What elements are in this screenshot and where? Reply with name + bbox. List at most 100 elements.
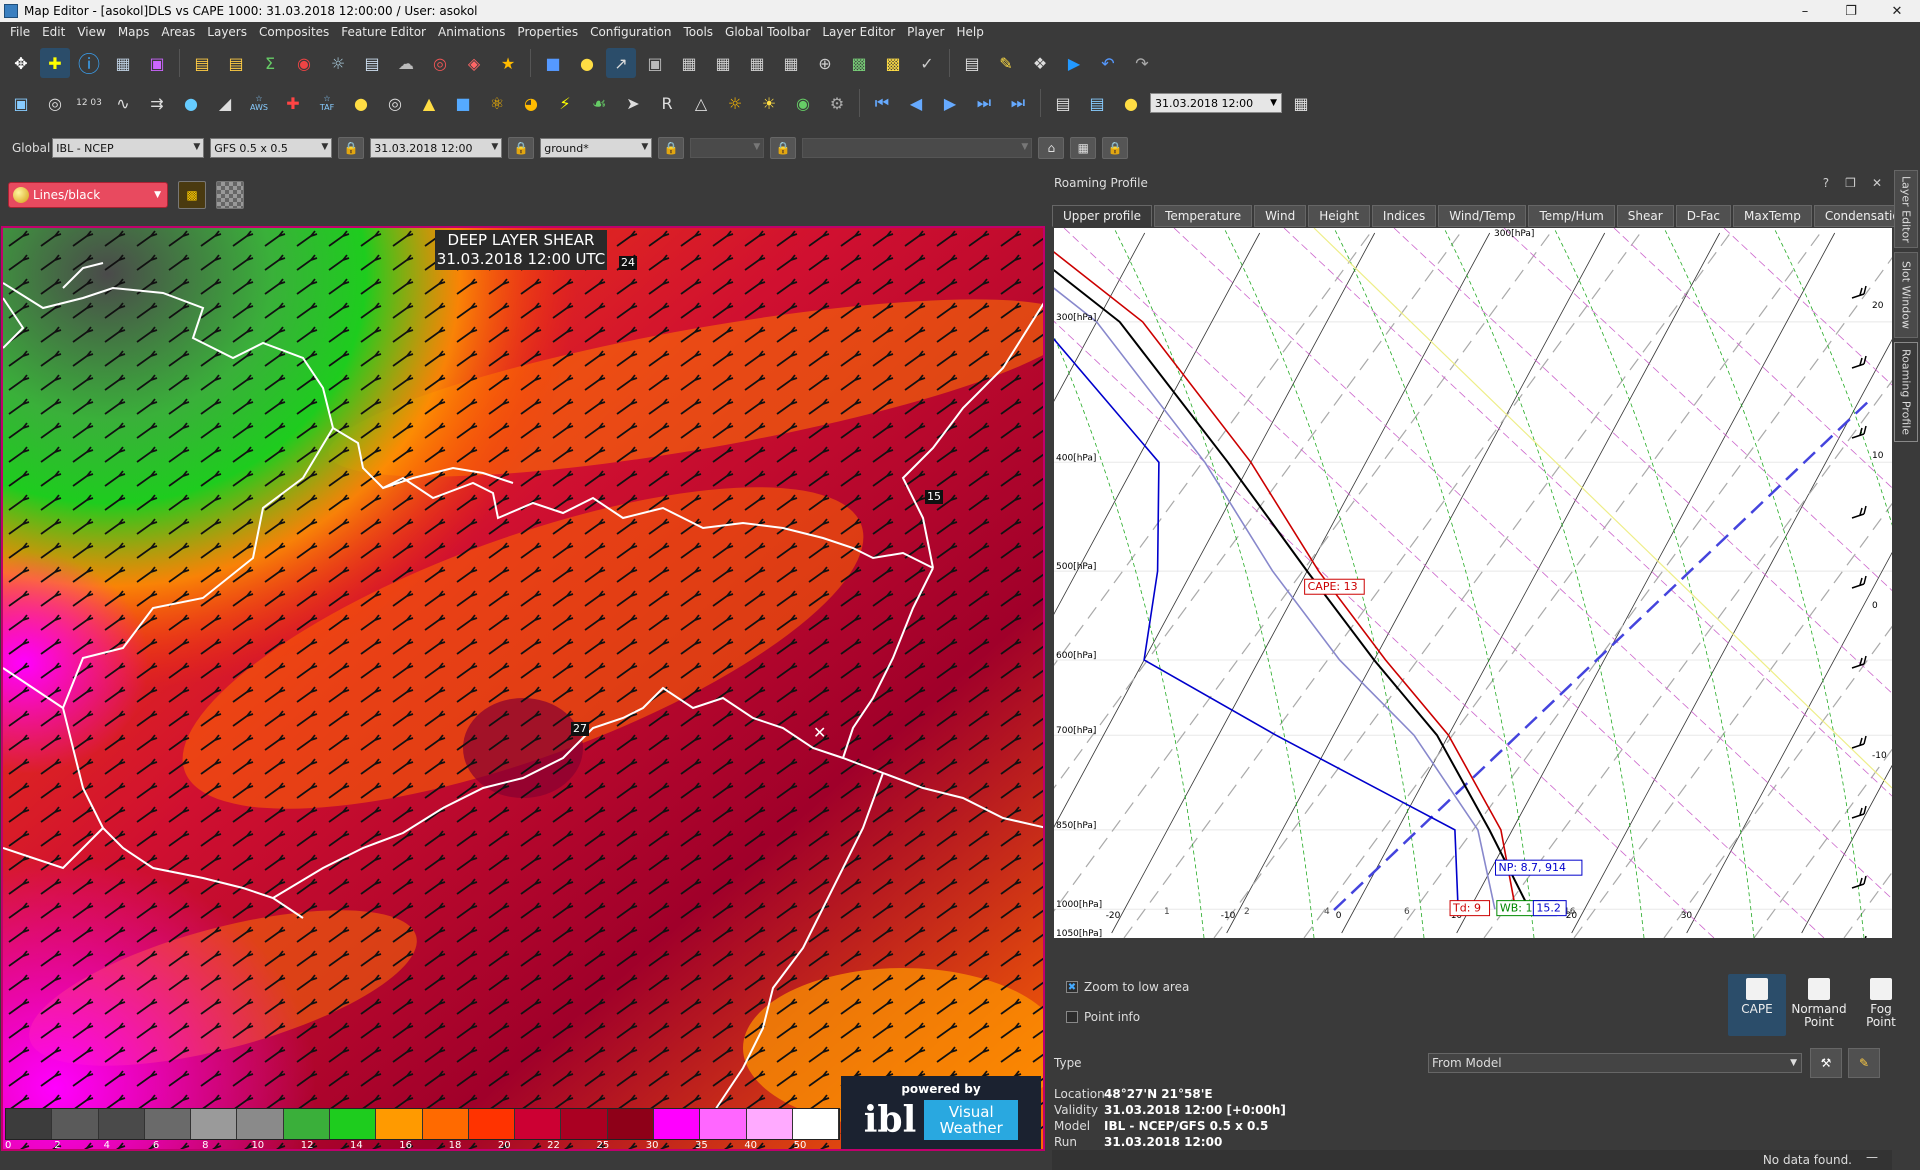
lightning-icon[interactable]: ⚡ [550,88,580,118]
menu-help[interactable]: Help [950,25,989,39]
zoom-low-area-checkbox[interactable]: ✖ Zoom to low area [1066,978,1189,996]
lock-icon[interactable]: 🔒 [1102,137,1129,159]
empty-select-wide[interactable]: ▼ [802,138,1033,158]
tab-wind[interactable]: Wind [1254,205,1307,227]
cursor-graph-icon[interactable]: ↗ [606,48,636,78]
minimize-button[interactable]: – [1782,0,1828,22]
lightbulb-icon[interactable]: ● [346,88,376,118]
taf-icon[interactable]: ☆ TAF [312,88,342,118]
tab-wind-temp[interactable]: Wind/Temp [1438,205,1527,227]
time-database-icon[interactable]: ▤ [1082,88,1112,118]
menu-file[interactable]: File [4,25,36,39]
layer-style-select[interactable]: Lines/black ▼ [8,182,168,208]
menu-composites[interactable]: Composites [253,25,335,39]
target-icon[interactable]: ⊕ [810,48,840,78]
menu-layers[interactable]: Layers [201,25,253,39]
menu-properties[interactable]: Properties [511,25,584,39]
skew-t-diagram[interactable]: 300[hPa] 300[hPa] 400[hPa] 500[hPa] 600[hPa]… [1054,228,1892,938]
layer-add-icon[interactable]: ▩ [844,48,874,78]
station-values-icon[interactable]: 12 03 [74,88,104,118]
menu-layer-editor[interactable]: Layer Editor [816,25,901,39]
select-point-icon[interactable]: ✚ [40,48,70,78]
empty-select[interactable]: ▼ [690,138,765,158]
lock-icon[interactable]: 🔒 [770,137,797,159]
synop-icon[interactable]: ✚ [278,88,308,118]
toolbar-date-select[interactable]: 31.03.2018 12:00 ▼ [1150,93,1282,113]
next-frame-icon[interactable]: ⏭ [969,88,999,118]
print-icon[interactable]: ▤ [957,48,987,78]
drops-icon[interactable]: ● [176,88,206,118]
tab-shear[interactable]: Shear [1616,205,1674,227]
cape-button[interactable]: CAPE [1728,974,1786,1036]
map-outline-icon[interactable]: ☙ [584,88,614,118]
model-select[interactable]: GFS 0.5 x 0.5 ▼ [210,138,333,158]
tab-temp-hum[interactable]: Temp/Hum [1528,205,1615,227]
clock-globe-icon[interactable]: ◕ [516,88,546,118]
radar-icon[interactable]: ◎ [425,48,455,78]
r-icon[interactable]: R [652,88,682,118]
chart-diag-icon[interactable]: ▦ [776,48,806,78]
grid-layout-icon[interactable]: ▦ [108,48,138,78]
point-info-checkbox[interactable]: Point info [1066,1008,1189,1026]
wind-barbs-icon[interactable]: ∿ [108,88,138,118]
layer-edit-icon[interactable]: ▩ [878,48,908,78]
time-lock-icon[interactable]: ● [1116,88,1146,118]
chart-grid-icon[interactable]: ▦ [674,48,704,78]
menu-animations[interactable]: Animations [432,25,511,39]
tab-d-fac[interactable]: D-Fac [1675,205,1732,227]
type-select[interactable]: From Model ▼ [1428,1053,1802,1073]
wind-arrows-icon[interactable]: ⇉ [142,88,172,118]
menu-edit[interactable]: Edit [36,25,71,39]
compass-icon[interactable]: ☼ [720,88,750,118]
prev-frame-icon[interactable]: ◀ [901,88,931,118]
float-icon[interactable]: ❒ [1845,176,1856,190]
bulb-icon[interactable]: ● [572,48,602,78]
tab-temperature[interactable]: Temperature [1154,205,1253,227]
side-tab-slot-window[interactable]: Slot Window [1894,252,1918,338]
document-icon[interactable]: ▤ [357,48,387,78]
building-icon[interactable]: ■ [538,48,568,78]
play-icon[interactable]: ▶ [935,88,965,118]
home-icon[interactable]: ⌂ [1038,137,1065,159]
fog-point-button[interactable]: Fog Point [1852,974,1910,1036]
undo-icon[interactable]: ↶ [1093,48,1123,78]
profile-point-marker[interactable]: ✕ [811,725,828,741]
weather-station-icon[interactable]: ★ [493,48,523,78]
gears-icon[interactable]: ⚙ [822,88,852,118]
map-view[interactable]: DEEP LAYER SHEAR 31.03.2018 12:00 UTC 24… [1,226,1045,1151]
tripod-icon[interactable]: △ [686,88,716,118]
satellite-image-icon[interactable]: ⚛ [482,88,512,118]
side-tab-roaming-profile[interactable]: Roaming Profile [1894,342,1918,442]
table-icon[interactable]: ▦ [1070,137,1097,159]
pencil-chart-icon[interactable]: ✎ [991,48,1021,78]
ruler-icon[interactable]: ▤ [187,48,217,78]
first-frame-icon[interactable]: ⏮ [867,88,897,118]
check-chart-icon[interactable]: ✓ [912,48,942,78]
aws-icon[interactable]: ☆ AWS [244,88,274,118]
wrench-icon[interactable]: ⚒ [1810,1048,1842,1078]
menu-player[interactable]: Player [901,25,950,39]
maximize-button[interactable]: ❐ [1828,0,1874,22]
tab-indices[interactable]: Indices [1371,205,1437,227]
side-tab-layer-editor[interactable]: Layer Editor [1894,170,1918,248]
ruler-alt-icon[interactable]: ▤ [221,48,251,78]
palette-icon[interactable]: ◈ [459,48,489,78]
sun-cloud-icon[interactable]: ☀ [754,88,784,118]
chart-zoom-icon[interactable]: ▦ [708,48,738,78]
last-frame-icon[interactable]: ⏭ [1003,88,1033,118]
run-date-select[interactable]: 31.03.2018 12:00 ▼ [370,138,503,158]
transparency-icon[interactable] [216,181,244,209]
map-view-icon[interactable]: ▣ [6,88,36,118]
sum-icon[interactable]: Σ [255,48,285,78]
menu-view[interactable]: View [71,25,111,39]
normand-point-button[interactable]: Normand Point [1790,974,1848,1036]
routes-icon[interactable]: ❖ [1025,48,1055,78]
histogram-icon[interactable]: ▩ [178,181,206,209]
close-icon[interactable]: ✕ [1872,176,1882,190]
video-icon[interactable]: ▶ [1059,48,1089,78]
tab-upper-profile[interactable]: Upper profile [1052,205,1153,227]
earth-icon[interactable]: ◉ [788,88,818,118]
lock-icon[interactable]: 🔒 [338,137,365,159]
redo-icon[interactable]: ↷ [1127,48,1157,78]
camera-icon[interactable]: ▣ [640,48,670,78]
